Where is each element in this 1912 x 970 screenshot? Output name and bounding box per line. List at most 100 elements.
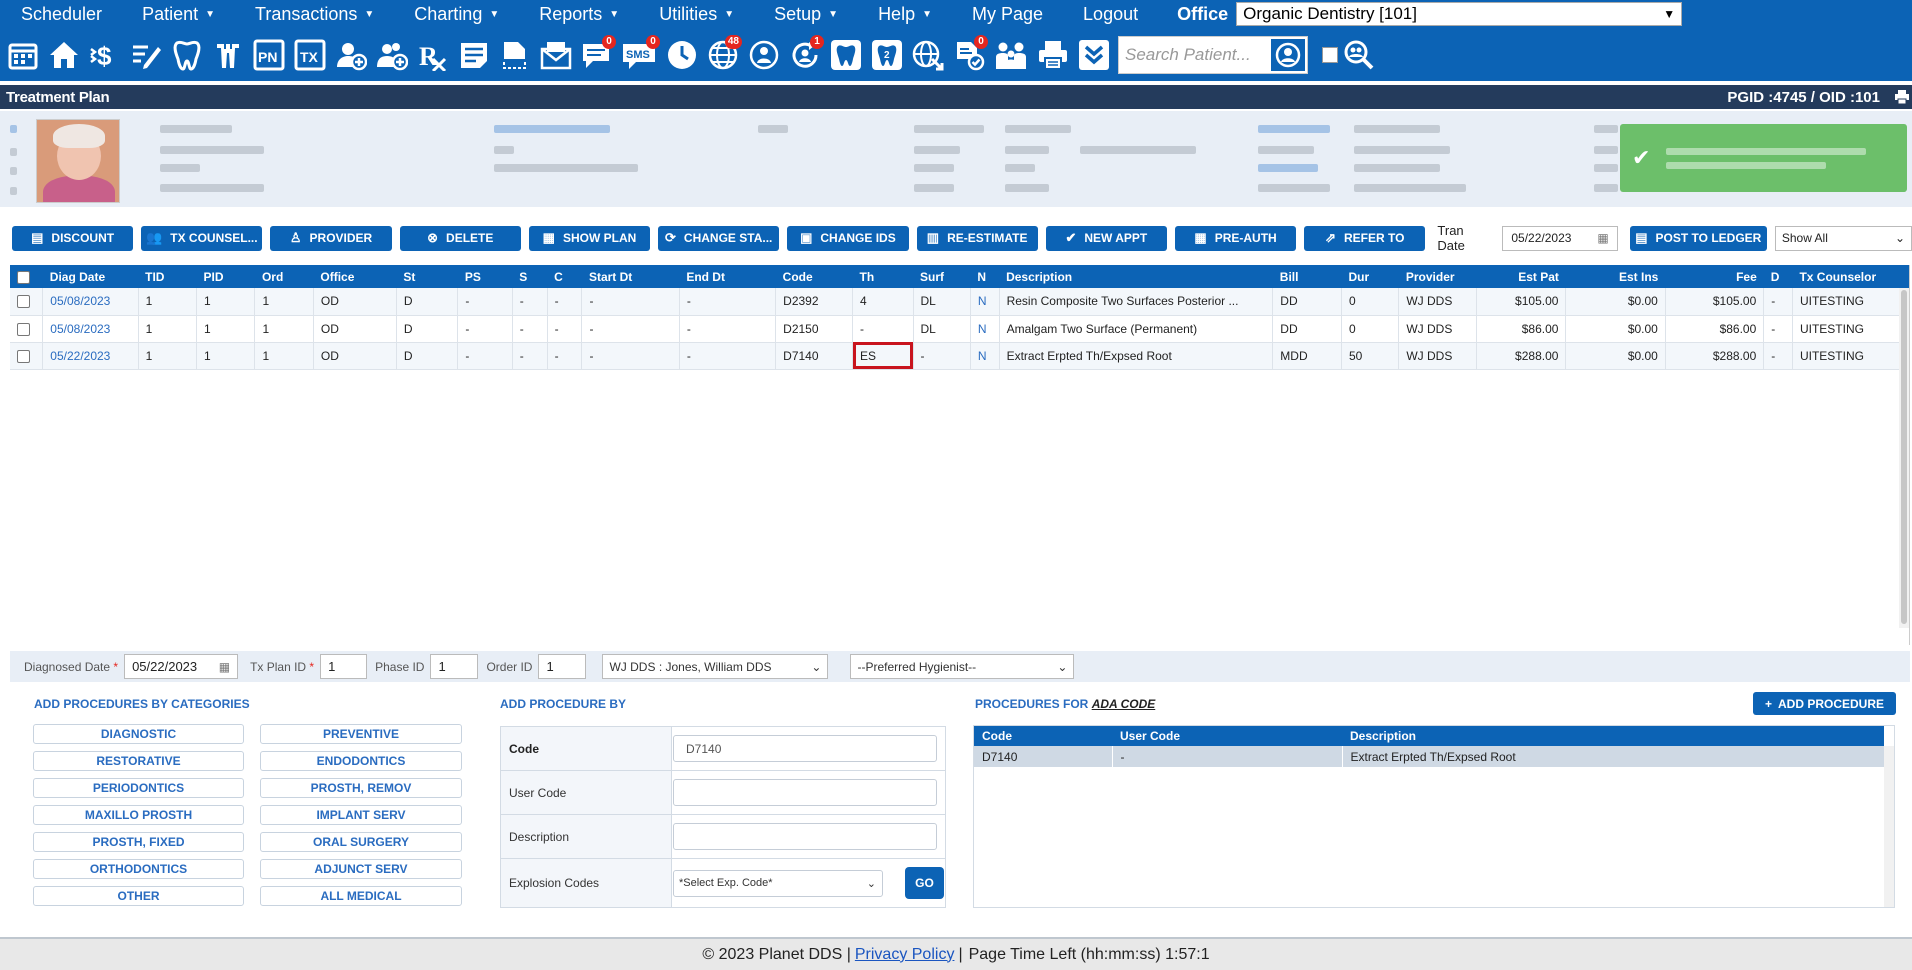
menu-help[interactable]: Help ▼ [857,0,951,28]
notes-icon[interactable] [453,34,494,76]
messages-icon[interactable]: 0 [576,34,617,76]
re-estimate-button[interactable]: ▥ RE-ESTIMATE [916,225,1038,251]
note-link[interactable]: N [970,288,1000,316]
category-button[interactable]: RESTORATIVE [33,751,244,771]
tooth-cell[interactable]: 4 [852,288,914,316]
column-header[interactable]: Dur [1341,265,1399,288]
row-checkbox[interactable] [17,349,30,363]
category-button[interactable]: ENDODONTICS [260,751,462,771]
change-ids-button[interactable]: ▣ CHANGE IDS [787,225,909,251]
select-all-checkbox[interactable] [17,270,30,284]
column-header[interactable]: Office [313,265,397,288]
document-scan-icon[interactable] [494,34,535,76]
column-header[interactable]: C [547,265,582,288]
print-icon[interactable] [1894,89,1910,105]
row-checkbox[interactable] [17,322,30,336]
change-status-button[interactable]: ⟳ CHANGE STA... [658,225,780,251]
proc-scrollbar[interactable] [1884,746,1894,907]
column-header[interactable]: N [970,265,1000,288]
tran-date-input[interactable]: 05/22/2023 ▦ [1502,225,1618,251]
category-button[interactable]: ALL MEDICAL [260,886,462,906]
column-header[interactable]: St [396,265,458,288]
tooth-icon[interactable] [825,34,866,76]
add-family-icon[interactable] [371,34,412,76]
category-button[interactable]: PERIODONTICS [33,778,244,798]
menu-transactions[interactable]: Transactions ▼ [234,0,393,28]
provider-select[interactable]: WJ DDS : Jones, William DDS ⌄ [602,654,829,679]
go-button[interactable]: GO [905,867,944,899]
row-select[interactable] [10,288,44,316]
post-to-ledger-button[interactable]: ▤ POST TO LEDGER [1629,225,1767,251]
global-network-icon[interactable] [907,34,948,76]
column-header[interactable]: Description [999,265,1273,288]
row-checkbox[interactable] [17,295,30,309]
prescription-icon[interactable]: R [412,34,453,76]
diagnosed-date-input[interactable]: 05/22/2023 ▦ [124,654,239,679]
tooth-number-icon[interactable]: 2 [866,34,907,76]
category-button[interactable]: ORAL SURGERY [260,832,462,852]
category-button[interactable]: ADJUNCT SERV [260,859,462,879]
search-patient-input[interactable]: Search Patient... [1118,35,1308,74]
category-button[interactable]: PREVENTIVE [260,724,462,744]
category-button[interactable]: PROSTH, FIXED [33,832,244,852]
note-link[interactable]: N [970,342,1000,370]
category-button[interactable]: DIAGNOSTIC [33,724,244,744]
column-header[interactable]: Ord [254,265,314,288]
code-input[interactable]: D7140 [673,735,937,762]
top-checkbox[interactable] [1322,46,1338,63]
user-search-icon[interactable] [1269,36,1307,73]
column-header[interactable]: Est Ins [1565,265,1666,288]
diag-date-link[interactable]: 05/22/2023 [42,342,139,370]
tooth-cell-highlighted[interactable]: ES [852,342,914,370]
sms-icon[interactable]: SMS 0 [617,34,661,76]
category-button[interactable]: ORTHODONTICS [33,859,244,879]
print-icon[interactable] [1032,34,1073,76]
treatment-plan-icon[interactable]: TX [289,34,330,76]
provider-button[interactable]: ♙ PROVIDER [270,225,392,251]
ada-code-link[interactable]: ADA CODE [1092,697,1156,711]
family-icon[interactable] [989,34,1032,76]
column-header[interactable]: D [1763,265,1793,288]
column-header[interactable]: Code [775,265,853,288]
proc-row[interactable]: D7140 - Extract Erpted Th/Expsed Root [974,746,1885,767]
note-link[interactable]: N [970,315,1000,343]
show-plan-button[interactable]: ▦ SHOW PLAN [528,225,651,251]
calendar-icon[interactable] [2,34,43,76]
menu-setup[interactable]: Setup ▼ [753,0,857,28]
notes-edit-icon[interactable] [125,34,166,76]
discount-button[interactable]: ▤ DISCOUNT [12,225,134,251]
column-header[interactable]: End Dt [679,265,776,288]
column-header[interactable]: Tx Counselor [1792,265,1909,288]
diag-date-link[interactable]: 05/08/2023 [42,288,139,316]
hygienist-select[interactable]: --Preferred Hygienist-- ⌄ [850,654,1075,679]
user-code-input[interactable] [673,779,937,806]
ledger-dollar-icon[interactable]: $ [84,34,125,76]
group-search-icon[interactable] [1338,34,1379,76]
order-id-input[interactable]: 1 [538,654,587,679]
table-scrollbar[interactable] [1899,288,1909,628]
description-input[interactable] [673,823,937,850]
category-button[interactable]: MAXILLO PROSTH [33,805,244,825]
progress-notes-icon[interactable]: PN [248,34,289,76]
explosion-code-select[interactable]: *Select Exp. Code* ⌄ [673,869,883,897]
column-header[interactable]: Provider [1398,265,1477,288]
menu-logout[interactable]: Logout [1062,0,1157,28]
column-header[interactable]: Start Dt [581,265,680,288]
select-all-header[interactable] [10,265,43,288]
menu-scheduler[interactable]: Scheduler [0,0,121,28]
patient-photo[interactable] [36,119,120,203]
table-row[interactable]: 05/08/2023 1 1 1 OD D - - - - - D2150 - … [10,315,1910,343]
tx-plan-id-input[interactable]: 1 [320,654,368,679]
office-select[interactable]: Organic Dentistry [101] ▼ [1236,2,1683,26]
category-button[interactable]: PROSTH, REMOV [260,778,462,798]
menu-my-page[interactable]: My Page [951,0,1062,28]
menu-patient[interactable]: Patient ▼ [121,0,234,28]
patient-portal-icon[interactable] [743,34,784,76]
diag-date-link[interactable]: 05/08/2023 [42,315,139,343]
phase-id-input[interactable]: 1 [430,654,479,679]
column-header[interactable]: Est Pat [1476,265,1566,288]
home-icon[interactable] [43,34,84,76]
mail-icon[interactable] [535,34,576,76]
perio-chart-icon[interactable] [207,34,248,76]
refer-to-button[interactable]: ⇗ REFER TO [1304,225,1426,251]
